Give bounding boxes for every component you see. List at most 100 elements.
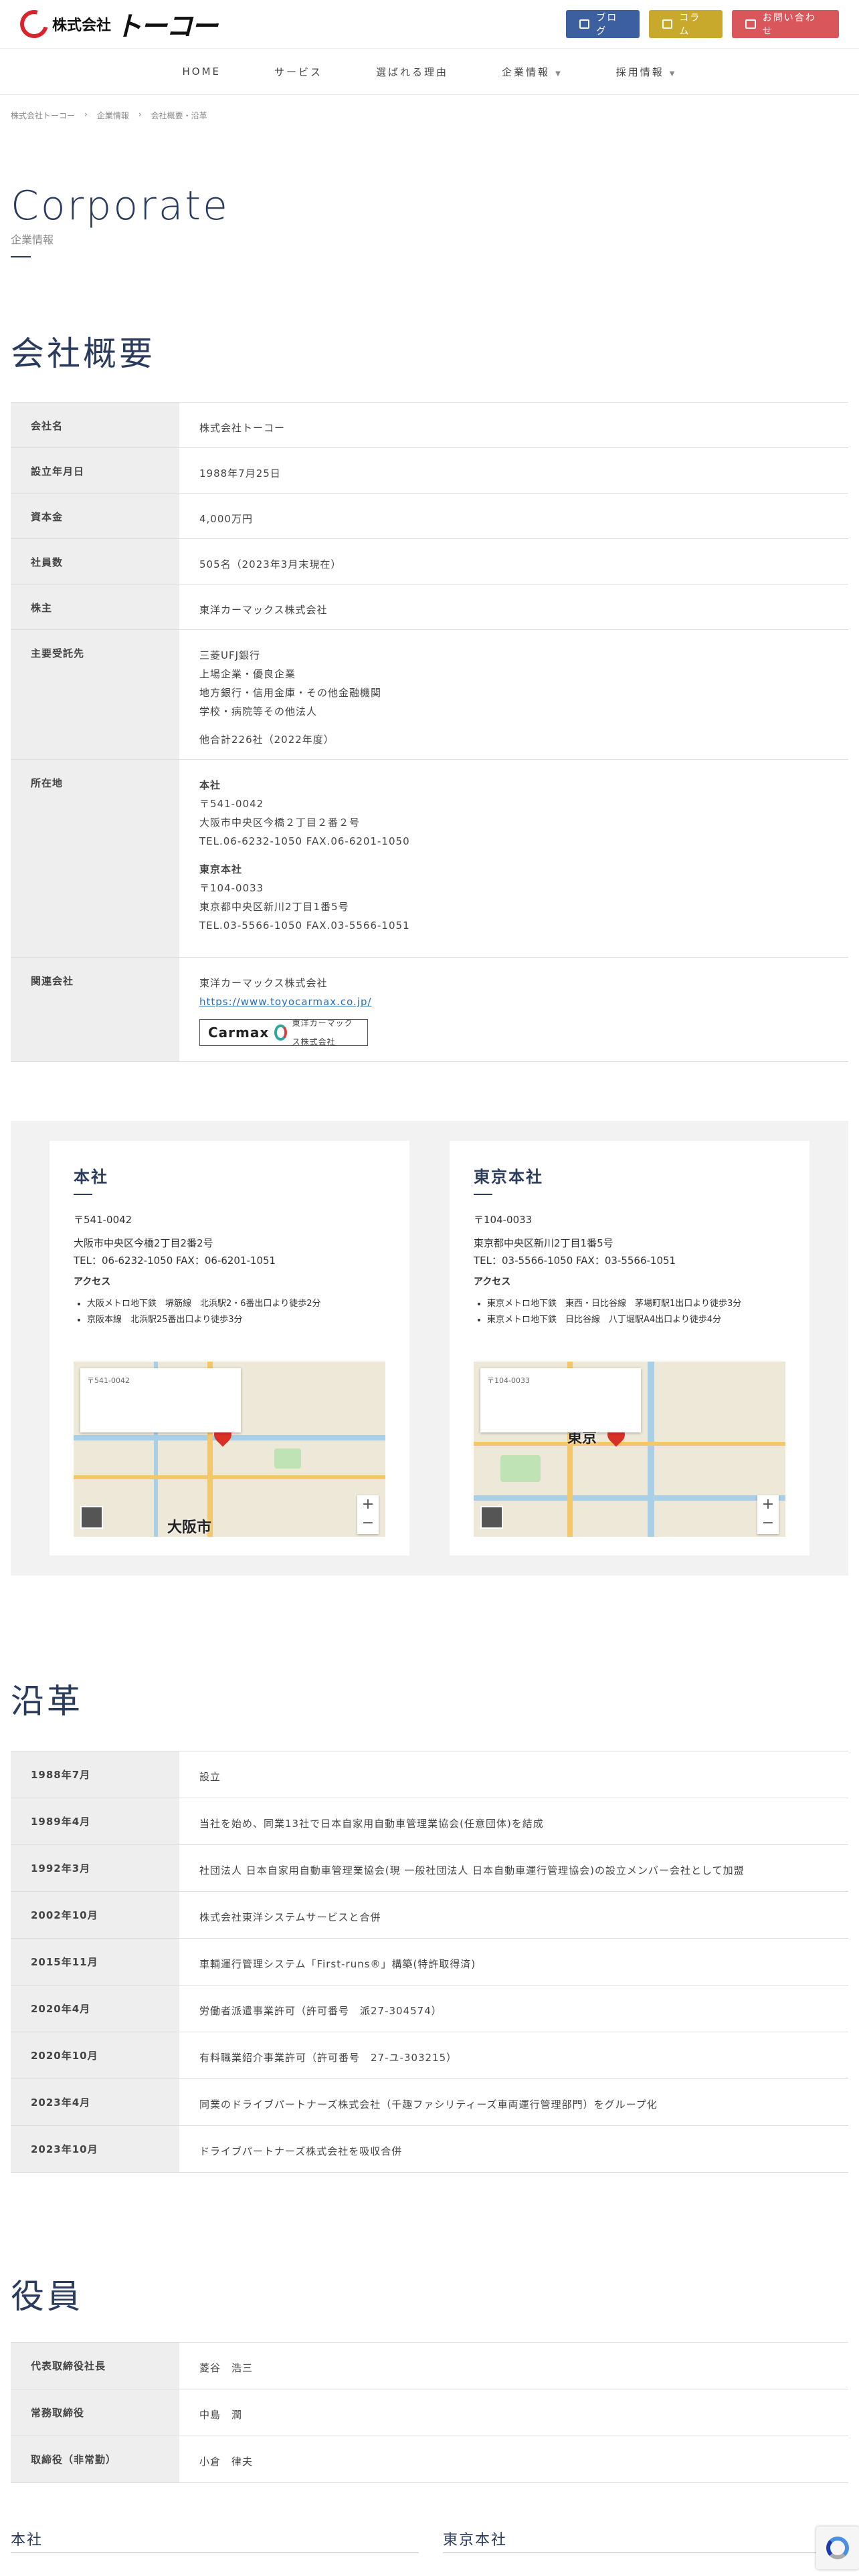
zoom-in-icon[interactable]: + <box>357 1495 379 1514</box>
page-hero: Corporate 企業情報 <box>0 183 859 257</box>
zoom-out-icon[interactable]: − <box>757 1514 779 1533</box>
office-address: 東京都中央区新川2丁目1番5号 <box>474 1237 613 1249</box>
logo-name: トーコー <box>115 11 218 42</box>
officer-row-label: 代表取締役社長 <box>11 2343 179 2389</box>
overview-row-value: 東洋カーマックス株式会社 https://www.toyocarmax.co.jp… <box>179 958 848 1061</box>
map-info-box: 〒104-0033 <box>480 1368 641 1432</box>
breadcrumb-company[interactable]: 企業情報 <box>97 110 129 121</box>
overview-row-value: 株式会社トーコー <box>179 403 848 447</box>
history-row: 2002年10月 株式会社東洋システムサービスと合併 <box>11 1892 848 1939</box>
overview-row-value: 505名（2023年3月末現在） <box>179 539 848 584</box>
history-row: 2015年11月 車輌運行管理システム「First-runs®」構築(特許取得済) <box>11 1939 848 1985</box>
offices-section: 本社 〒541-0042 大阪市中央区今橋2丁目2番2号 TEL：06-6232-10… <box>11 1121 848 1576</box>
page-title: Corporate <box>11 183 229 229</box>
overview-row-label: 株主 <box>11 584 179 629</box>
related-company-link[interactable]: https://www.toyocarmax.co.jp/ <box>199 992 848 1011</box>
history-row-label: 2002年10月 <box>11 1892 179 1938</box>
blog-button[interactable]: ブログ <box>566 10 640 38</box>
office-address: 大阪市中央区今橋2丁目2番2号 <box>74 1237 213 1249</box>
overview-row: 主要受託先 三菱UFJ銀行 上場企業・優良企業 地方銀行・信用金庫・その他金融機関 学校… <box>11 630 848 760</box>
officer-row-label: 取締役（非常勤） <box>11 2436 179 2482</box>
nav-services[interactable]: サービス <box>274 65 322 79</box>
breadcrumb-separator: › <box>84 110 88 119</box>
officers-title: 役員 <box>11 2277 83 2316</box>
contact-button[interactable]: お問い合わせ <box>732 10 839 38</box>
overview-value-line: TEL.03-5566-1050 FAX.03-5566-1051 <box>199 920 410 932</box>
history-row-value: 労働者派遣事業許可（許可番号 派27-304574） <box>199 2005 442 2017</box>
nav-reasons[interactable]: 選ばれる理由 <box>376 65 448 79</box>
street-view-icon[interactable] <box>80 1506 103 1529</box>
history-row-value: 車輌運行管理システム「First-runs®」構築(特許取得済) <box>199 1958 476 1970</box>
overview-value-line: 東京本社 <box>199 863 243 875</box>
overview-value-line: 学校・病院等その他法人 <box>199 706 318 718</box>
bottom-divider <box>11 2552 419 2553</box>
overview-row-label: 関連会社 <box>11 958 179 1061</box>
overview-row-value: 三菱UFJ銀行 上場企業・優良企業 地方銀行・信用金庫・その他金融機関 学校・病院等そ… <box>179 630 848 759</box>
map-zoom-control[interactable]: + − <box>357 1495 379 1534</box>
overview-value-line: 4,000万円 <box>199 513 253 525</box>
map-zoom-control[interactable]: + − <box>757 1495 779 1534</box>
overview-title: 会社概要 <box>11 334 155 373</box>
overview-row-label: 会社名 <box>11 403 179 447</box>
logo-prefix: 株式会社 <box>52 17 112 34</box>
zoom-out-icon[interactable]: − <box>357 1514 379 1533</box>
blog-label: ブログ <box>596 13 618 37</box>
nav-home[interactable]: HOME <box>183 66 221 78</box>
recaptcha-badge[interactable] <box>816 2527 859 2569</box>
banner-text: 東洋カーマックス株式会社 <box>292 1018 353 1047</box>
logo-mark-icon <box>15 5 54 43</box>
history-row-label: 1989年4月 <box>11 1798 179 1844</box>
bottom-office-title: 本社 <box>11 2532 43 2549</box>
office-map[interactable]: 大阪市 〒541-0042 + − <box>74 1362 385 1537</box>
access-item: 京阪本線 北浜駅25番出口より徒歩3分 <box>87 1312 385 1328</box>
overview-value-line: 大阪市中央区今橋２丁目２番２号 <box>199 817 361 829</box>
map-info-zip: 〒541-0042 <box>87 1376 130 1385</box>
office-card-osaka: 本社 〒541-0042 大阪市中央区今橋2丁目2番2号 TEL：06-6232-10… <box>50 1141 409 1555</box>
officer-row-value: 中島 潤 <box>199 2409 243 2421</box>
overview-row: 資本金 4,000万円 <box>11 494 848 539</box>
breadcrumb: 株式会社トーコー › 企業情報 › 会社概要・沿革 <box>0 110 859 121</box>
overview-row-label: 社員数 <box>11 539 179 584</box>
officer-row-value: 菱谷 浩三 <box>199 2362 254 2374</box>
title-underline <box>11 256 31 257</box>
nav-recruit[interactable]: 採用情報 ▼ <box>616 65 677 79</box>
officer-row: 取締役（非常勤） 小倉 律夫 <box>11 2436 848 2483</box>
contact-label: お問い合わせ <box>762 13 816 37</box>
overview-value-line: 三菱UFJ銀行 <box>199 649 261 661</box>
history-row-value: 有料職業紹介事業許可（許可番号 27-ユ-303215） <box>199 2052 458 2064</box>
history-row-value: 社団法人 日本自家用自動車管理業協会(現 一般社団法人 日本自動車運行管理協会)… <box>199 1864 745 1876</box>
overview-row-label: 資本金 <box>11 494 179 538</box>
history-table: 1988年7月 設立 1989年4月 当社を始め、同業13社で日本自家用自動車管理業協… <box>11 1751 848 2173</box>
overview-value-line: TEL.06-6232-1050 FAX.06-6201-1050 <box>199 835 410 847</box>
office-tel: TEL：03-5566-1050 FAX：03-5566-1051 <box>474 1255 676 1267</box>
column-button[interactable]: コラム <box>649 10 723 38</box>
overview-value-line <box>199 851 848 860</box>
overview-row: 株主 東洋カーマックス株式会社 <box>11 584 848 630</box>
banner-logo: Carmax <box>208 1025 270 1041</box>
overview-value-line: 〒104-0033 <box>199 882 264 894</box>
street-view-icon[interactable] <box>480 1506 503 1529</box>
column-label: コラム <box>679 13 701 37</box>
nav-company[interactable]: 企業情報 ▼ <box>502 65 563 79</box>
bottom-divider <box>443 2552 818 2553</box>
overview-row: 会社名 株式会社トーコー <box>11 403 848 448</box>
carmax-banner[interactable]: Carmax 東洋カーマックス株式会社 <box>199 1018 368 1047</box>
breadcrumb-current: 会社概要・沿革 <box>151 111 207 120</box>
history-row: 2023年4月 同業のドライブパートナーズ株式会社（千趣ファシリティーズ車両運行管… <box>11 2079 848 2126</box>
history-row: 1989年4月 当社を始め、同業13社で日本自家用自動車管理業協会(任意団体)を結… <box>11 1798 848 1845</box>
breadcrumb-home[interactable]: 株式会社トーコー <box>11 110 75 121</box>
overview-value-line: 本社 <box>199 779 221 791</box>
site-logo[interactable]: 株式会社 トーコー <box>15 5 218 43</box>
overview-row-label: 所在地 <box>11 760 179 957</box>
overview-row-label: 主要受託先 <box>11 630 179 759</box>
office-map[interactable]: 東京 〒104-0033 + − <box>474 1362 785 1537</box>
overview-value-line <box>199 721 848 730</box>
book-icon <box>579 19 590 29</box>
zoom-in-icon[interactable]: + <box>757 1495 779 1514</box>
history-row-label: 1992年3月 <box>11 1845 179 1891</box>
overview-row-value: 本社 〒541-0042 大阪市中央区今橋２丁目２番２号 TEL.06-6232-10… <box>179 760 848 957</box>
overview-value-line: 他合計226社（2022年度） <box>199 734 335 746</box>
title-underline <box>74 1194 92 1195</box>
page-subtitle: 企業情報 <box>11 233 54 246</box>
overview-value-line: 株式会社トーコー <box>199 422 286 434</box>
